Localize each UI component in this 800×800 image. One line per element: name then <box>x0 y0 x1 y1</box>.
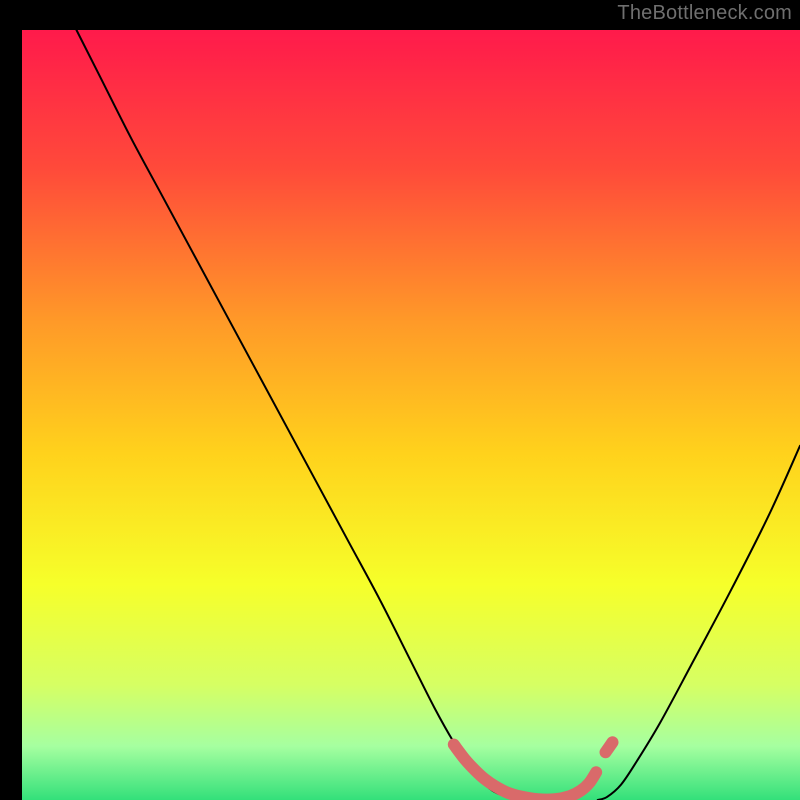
optimal-range-1 <box>606 742 613 752</box>
gradient-background <box>22 30 800 800</box>
chart-stage: TheBottleneck.com <box>0 0 800 800</box>
bottleneck-chart <box>0 0 800 800</box>
watermark-text: TheBottleneck.com <box>617 2 792 25</box>
